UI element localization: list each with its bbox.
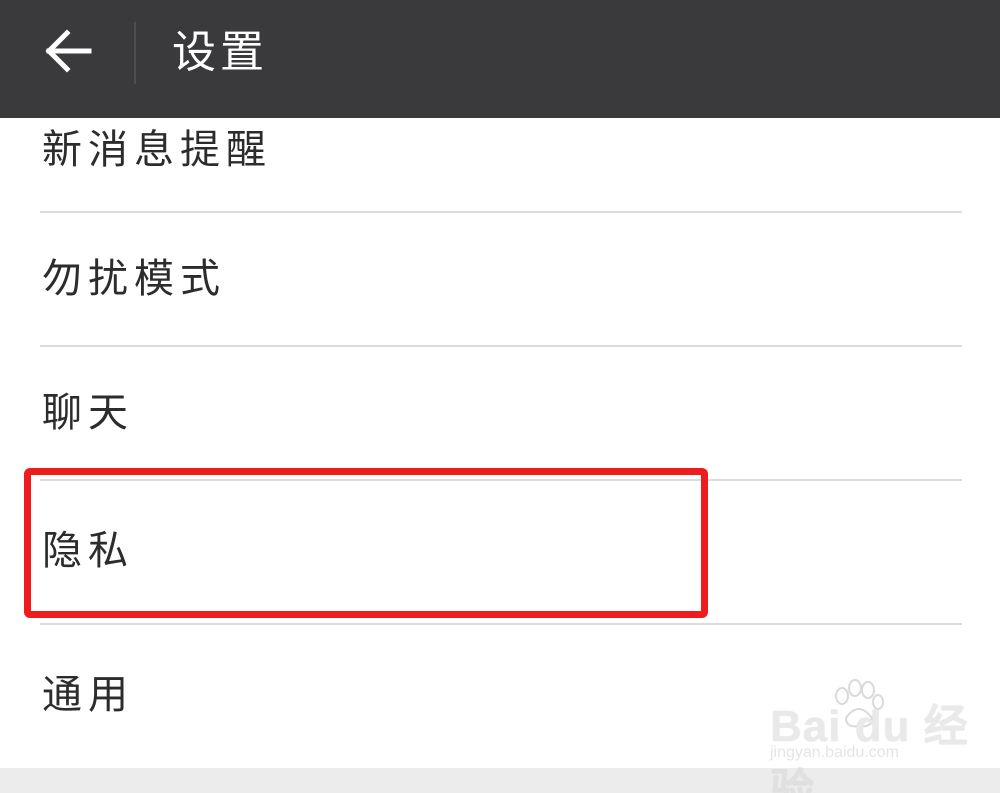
baidu-jingyan-watermark: Bai du 经验 jingyan.baidu.com <box>762 679 972 793</box>
settings-item-label: 通用 <box>42 672 134 718</box>
settings-screen: 设置 新消息提醒 勿扰模式 聊天 隐私 通用 Bai du 经验 jingyan… <box>0 0 1000 793</box>
settings-item-chat[interactable]: 聊天 <box>0 347 1000 479</box>
settings-item-label: 勿扰模式 <box>42 256 226 302</box>
settings-item-do-not-disturb[interactable]: 勿扰模式 <box>0 213 1000 345</box>
watermark-url: jingyan.baidu.com <box>770 744 899 761</box>
back-button[interactable] <box>30 18 106 84</box>
settings-item-label: 新消息提醒 <box>42 127 272 173</box>
title-bar: 设置 <box>0 0 1000 118</box>
arrow-left-icon <box>45 29 92 73</box>
page-title: 设置 <box>172 27 268 78</box>
settings-item-label: 聊天 <box>42 390 134 436</box>
settings-list: 新消息提醒 勿扰模式 聊天 隐私 通用 <box>0 118 1000 768</box>
settings-item-new-message-alert[interactable]: 新消息提醒 <box>0 118 1000 212</box>
title-divider <box>134 22 136 84</box>
watermark-logo: Bai du 经验 <box>770 702 969 793</box>
privacy-highlight-box <box>24 468 708 618</box>
